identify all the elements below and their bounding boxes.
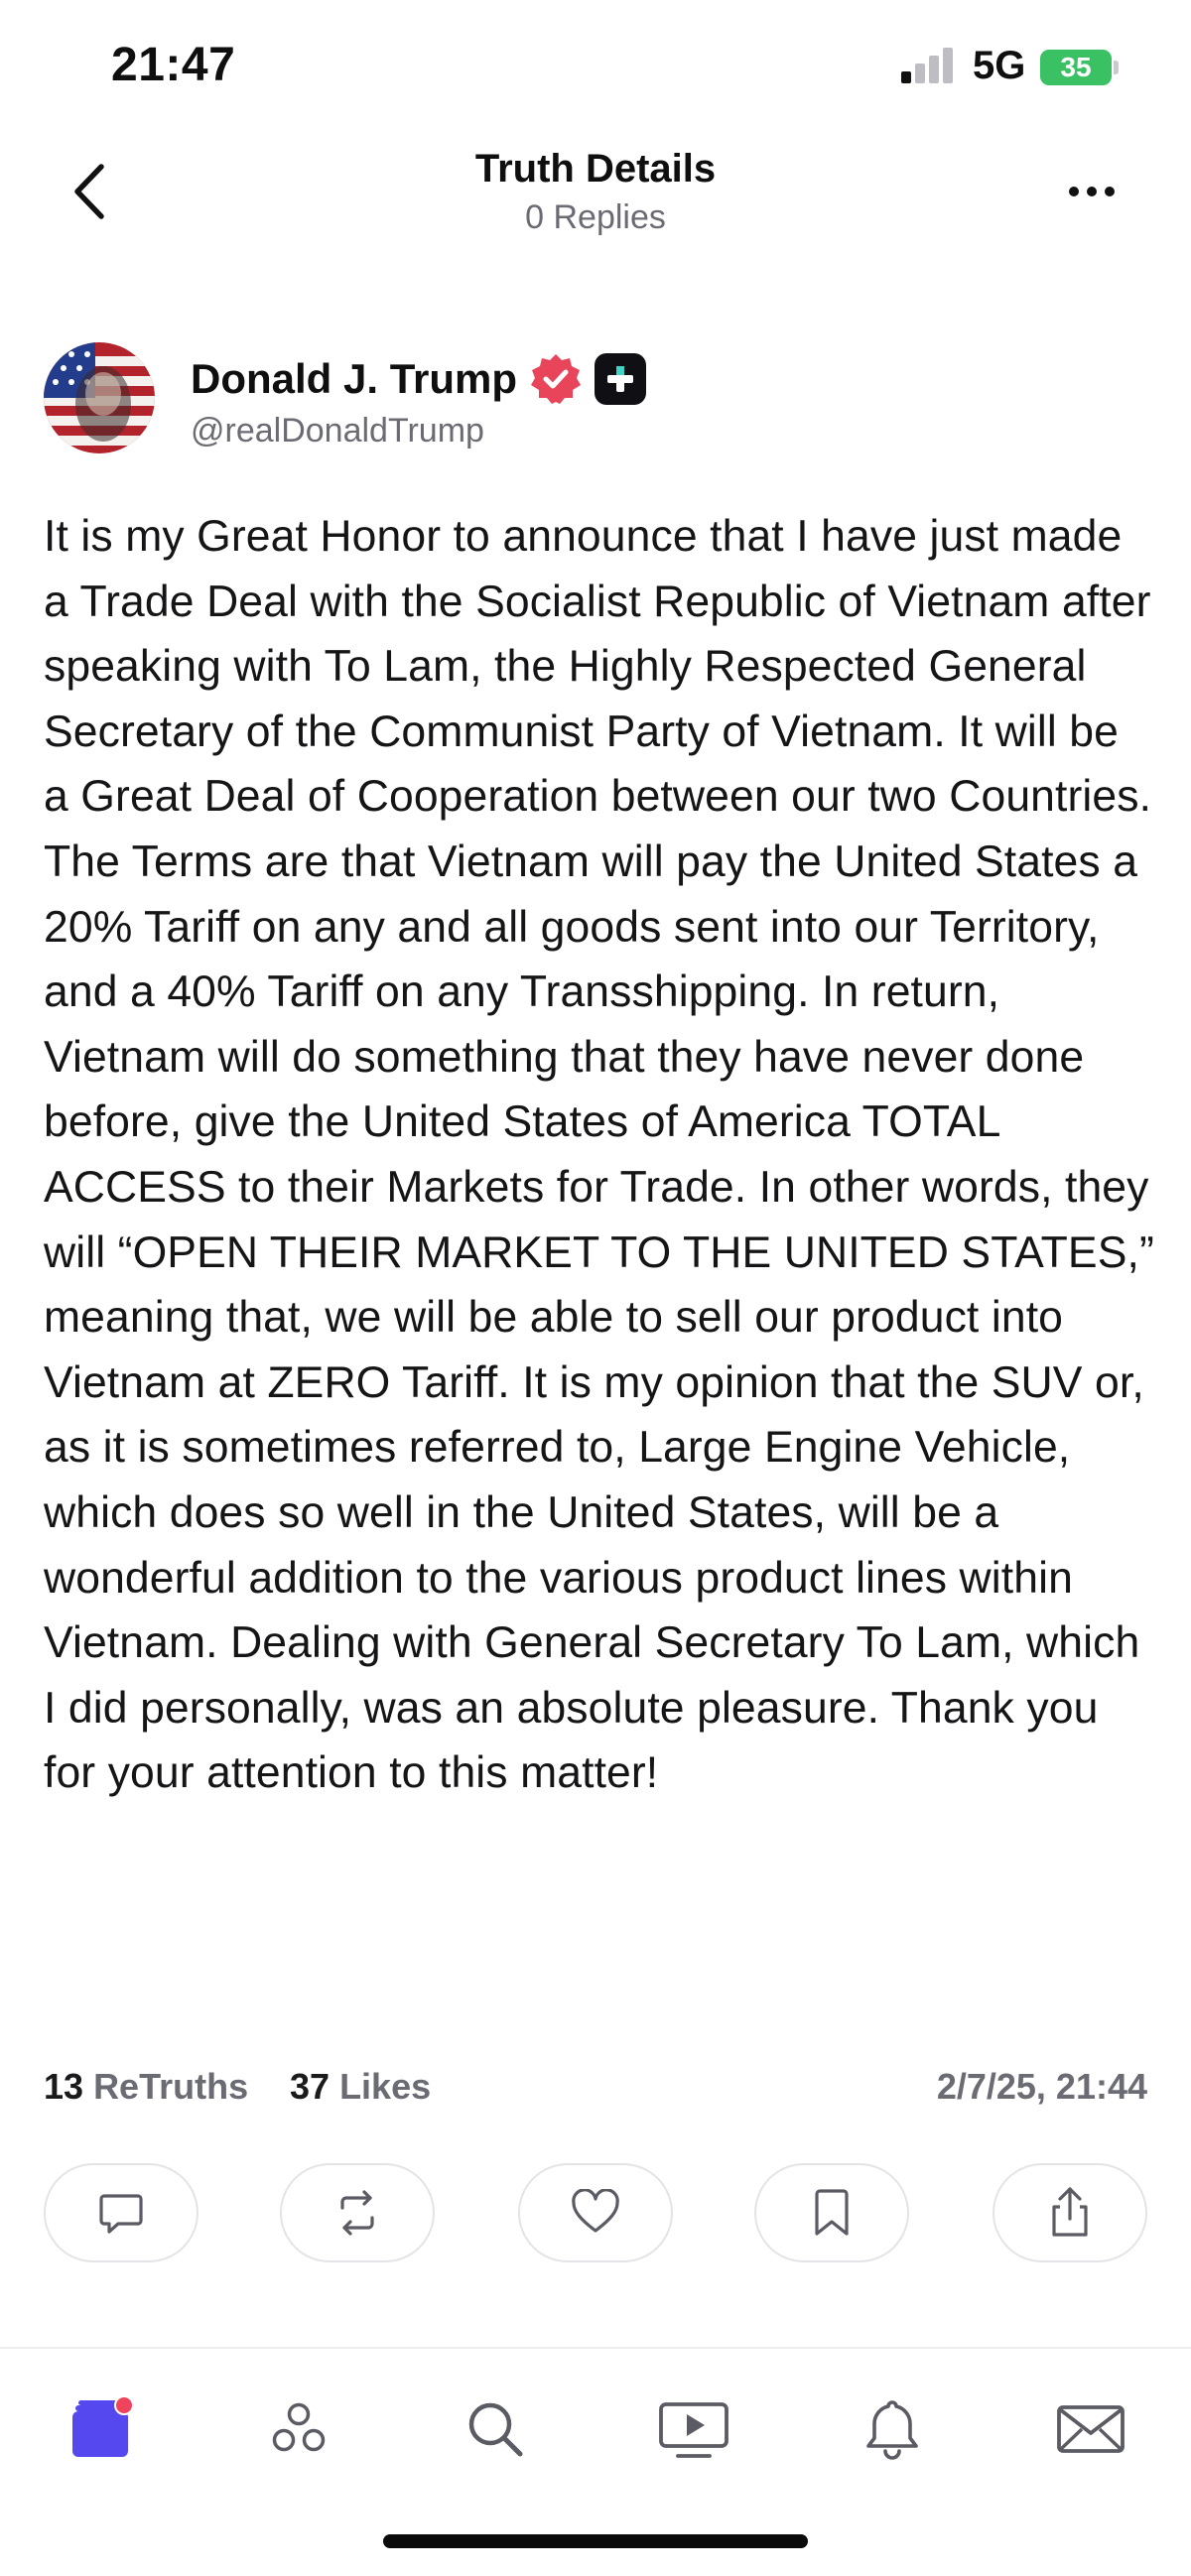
battery-indicator: 35 <box>1040 50 1112 85</box>
more-horizontal-icon <box>1069 187 1079 196</box>
share-button[interactable] <box>992 2163 1147 2262</box>
likes-stat[interactable]: 37 Likes <box>290 2066 431 2108</box>
retruths-count: 13 <box>44 2066 84 2107</box>
more-dot <box>1105 187 1115 196</box>
post-actions <box>44 2163 1147 2262</box>
groups-icon <box>272 2402 326 2452</box>
nav-search[interactable] <box>451 2384 540 2474</box>
signal-strength-icon <box>901 46 955 83</box>
video-icon <box>659 2402 728 2458</box>
mail-icon <box>1057 2405 1125 2453</box>
bookmark-button[interactable] <box>754 2163 909 2262</box>
status-time: 21:47 <box>111 39 236 91</box>
bookmark-icon <box>815 2189 849 2236</box>
search-icon <box>468 2402 523 2457</box>
network-type: 5G <box>973 44 1026 87</box>
page-title: Truth Details <box>474 147 717 191</box>
home-feed-icon <box>72 2395 134 2457</box>
author-handle[interactable]: @realDonaldTrump <box>191 412 484 451</box>
home-indicator <box>383 2534 808 2548</box>
verified-badge-icon <box>531 354 582 404</box>
replies-count: 0 Replies <box>525 198 666 236</box>
nav-home[interactable] <box>54 2384 143 2474</box>
reply-button[interactable] <box>44 2163 198 2262</box>
retruths-label: ReTruths <box>93 2066 249 2107</box>
bell-icon <box>866 2400 918 2460</box>
nav-notifications[interactable] <box>848 2384 937 2474</box>
nav-groups[interactable] <box>254 2384 343 2474</box>
likes-count: 37 <box>290 2066 331 2107</box>
post-stats: 13 ReTruths 37 Likes 2/7/25, 21:44 <box>44 2066 1147 2114</box>
more-options-button[interactable] <box>1062 167 1122 216</box>
more-dot <box>1087 187 1097 196</box>
nav-messages[interactable] <box>1046 2384 1135 2474</box>
plus-badge-icon <box>595 353 647 405</box>
share-icon <box>1052 2187 1088 2237</box>
status-bar: 21:47 5G 35 <box>0 0 1191 129</box>
reply-icon <box>99 2194 143 2234</box>
bottom-nav <box>0 2349 1191 2498</box>
post-timestamp: 2/7/25, 21:44 <box>936 2066 1147 2107</box>
battery-cap <box>1114 61 1119 74</box>
heart-icon <box>572 2189 619 2233</box>
top-bar: Truth Details 0 Replies <box>0 129 1191 258</box>
retruth-button[interactable] <box>280 2163 435 2262</box>
post-body: It is my Great Honor to announce that I … <box>44 512 1154 1798</box>
retruths-stat[interactable]: 13 ReTruths <box>44 2066 248 2108</box>
nav-video[interactable] <box>649 2384 738 2474</box>
author-name[interactable]: Donald J. Trump <box>191 355 517 403</box>
likes-label: Likes <box>339 2066 432 2107</box>
like-button[interactable] <box>518 2163 673 2262</box>
author-name-row: Donald J. Trump <box>191 352 647 406</box>
post-author: Donald J. Trump @realDonaldTrump <box>44 342 1155 453</box>
avatar[interactable] <box>44 342 155 453</box>
retruth-icon <box>340 2190 374 2236</box>
